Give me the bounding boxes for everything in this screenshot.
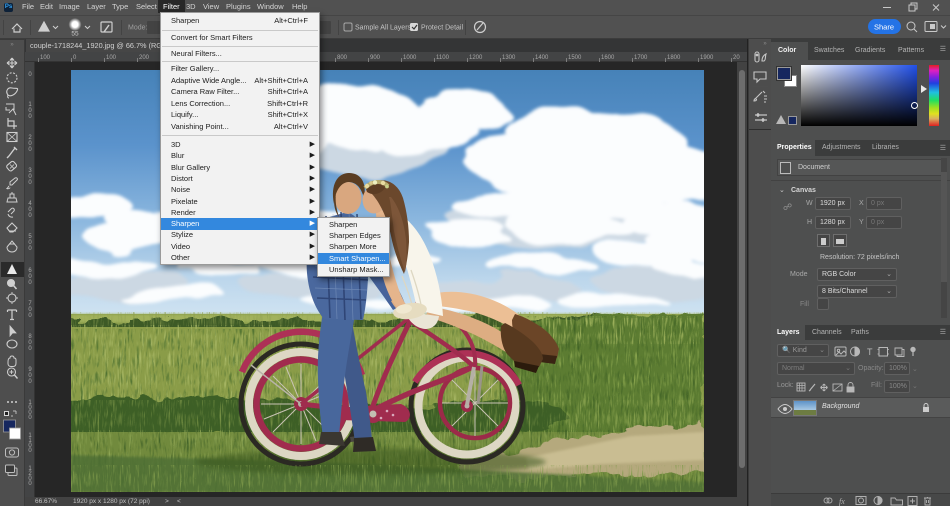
svg-text:0: 0 (28, 379, 32, 385)
svg-text:1600: 1600 (601, 55, 615, 61)
svg-text:1400: 1400 (535, 55, 549, 61)
svg-text:0: 0 (28, 114, 32, 120)
svg-text:800: 800 (337, 55, 348, 61)
svg-text:55: 55 (71, 31, 79, 38)
svg-text:1800: 1800 (667, 55, 681, 61)
svg-text:0: 0 (28, 346, 32, 352)
svg-text:1700: 1700 (634, 55, 648, 61)
svg-text:Protect Detail: Protect Detail (421, 25, 463, 32)
svg-text:0: 0 (28, 448, 32, 454)
svg-text:1200: 1200 (469, 55, 483, 61)
svg-text:1000: 1000 (403, 55, 417, 61)
svg-text:»: » (763, 41, 767, 47)
svg-text:1100: 1100 (436, 55, 450, 61)
svg-text:0: 0 (28, 313, 32, 319)
svg-text:0: 0 (28, 280, 32, 286)
svg-text:0: 0 (28, 147, 32, 153)
svg-text:Sample All Layers: Sample All Layers (355, 25, 412, 32)
svg-text:0: 0 (73, 55, 77, 61)
svg-text:1300: 1300 (502, 55, 516, 61)
svg-text:Mode:: Mode: (128, 25, 148, 32)
svg-text:900: 900 (370, 55, 381, 61)
svg-text:1900: 1900 (700, 55, 714, 61)
svg-text:0: 0 (28, 180, 32, 186)
svg-text:100: 100 (40, 55, 51, 61)
svg-text:0: 0 (28, 72, 32, 78)
svg-text:20: 20 (733, 55, 740, 61)
svg-text:1500: 1500 (568, 55, 582, 61)
svg-text:Share: Share (874, 23, 894, 32)
svg-text:»: » (10, 42, 14, 48)
svg-text:0: 0 (28, 415, 32, 421)
svg-text:200: 200 (139, 55, 150, 61)
svg-text:0: 0 (28, 481, 32, 487)
svg-text:100: 100 (106, 55, 117, 61)
svg-text:T: T (867, 347, 873, 357)
svg-text:0: 0 (28, 213, 32, 219)
svg-text:fx: fx (839, 497, 845, 506)
svg-text:0: 0 (28, 246, 32, 252)
